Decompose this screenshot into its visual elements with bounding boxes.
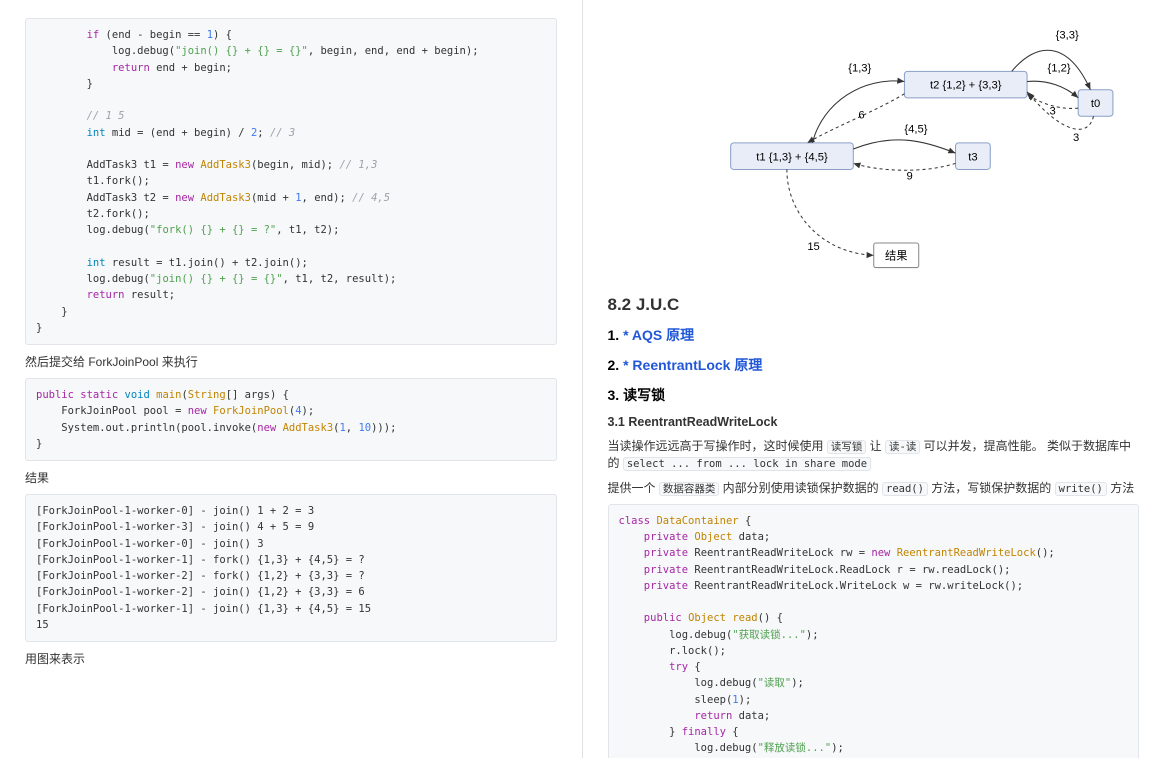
inline-code: 读写锁: [827, 440, 867, 454]
svg-text:6: 6: [858, 109, 864, 121]
svg-text:9: 9: [906, 171, 912, 183]
svg-text:t3: t3: [968, 151, 977, 163]
svg-text:t1 {1,3} + {4,5}: t1 {1,3} + {4,5}: [756, 151, 828, 163]
text-container-intro: 提供一个 数据容器类 内部分别使用读锁保护数据的 read() 方法，写锁保护数…: [608, 479, 1140, 496]
inline-code: write(): [1055, 482, 1107, 496]
left-column: if (end - begin == 1) { log.debug("join(…: [0, 0, 583, 758]
inline-code: read(): [882, 482, 928, 496]
text-result-label: 结果: [25, 469, 557, 486]
link-aqs[interactable]: * AQS 原理: [623, 327, 694, 343]
svg-text:{4,5}: {4,5}: [904, 124, 927, 136]
code-block-output: [ForkJoinPool-1-worker-0] - join() 1 + 2…: [25, 494, 557, 642]
heading-rwlock: 3. 读写锁: [608, 385, 1140, 405]
heading-reentrantlock: 2. * ReentrantLock 原理: [608, 355, 1140, 375]
svg-text:3: 3: [1073, 132, 1079, 144]
forkjoin-diagram: t1 {1,3} + {4,5} t2 {1,2} + {3,3} t3 t0 …: [608, 10, 1140, 276]
text-diagram-label: 用图来表示: [25, 650, 557, 667]
code-block-main: public static void main(String[] args) {…: [25, 378, 557, 461]
link-reentrantlock[interactable]: * ReentrantLock 原理: [623, 357, 762, 373]
svg-text:t2 {1,2} + {3,3}: t2 {1,2} + {3,3}: [929, 80, 1001, 92]
svg-text:15: 15: [807, 241, 820, 253]
svg-text:{1,3}: {1,3}: [848, 62, 871, 74]
right-column: t1 {1,3} + {4,5} t2 {1,2} + {3,3} t3 t0 …: [583, 0, 1164, 758]
heading-juc: 8.2 J.U.C: [608, 295, 1140, 315]
text-rw-intro: 当读操作远远高于写操作时，这时候使用 读写锁 让 读-读 可以并发，提高性能。 …: [608, 437, 1140, 471]
text-submit-pool: 然后提交给 ForkJoinPool 来执行: [25, 353, 557, 370]
svg-text:{1,2}: {1,2}: [1047, 62, 1070, 74]
inline-code: 数据容器类: [659, 482, 720, 496]
heading-aqs: 1. * AQS 原理: [608, 325, 1140, 345]
svg-text:3: 3: [1049, 105, 1055, 117]
svg-text:t0: t0: [1090, 98, 1099, 110]
code-block-compute: if (end - begin == 1) { log.debug("join(…: [25, 18, 557, 345]
code-block-datacontainer: class DataContainer { private Object dat…: [608, 504, 1140, 758]
svg-text:{3,3}: {3,3}: [1055, 30, 1078, 42]
svg-text:结果: 结果: [885, 249, 907, 262]
heading-rrwl: 3.1 ReentrantReadWriteLock: [608, 415, 1140, 429]
inline-code: 读-读: [885, 440, 920, 454]
inline-code: select ... from ... lock in share mode: [623, 457, 871, 471]
